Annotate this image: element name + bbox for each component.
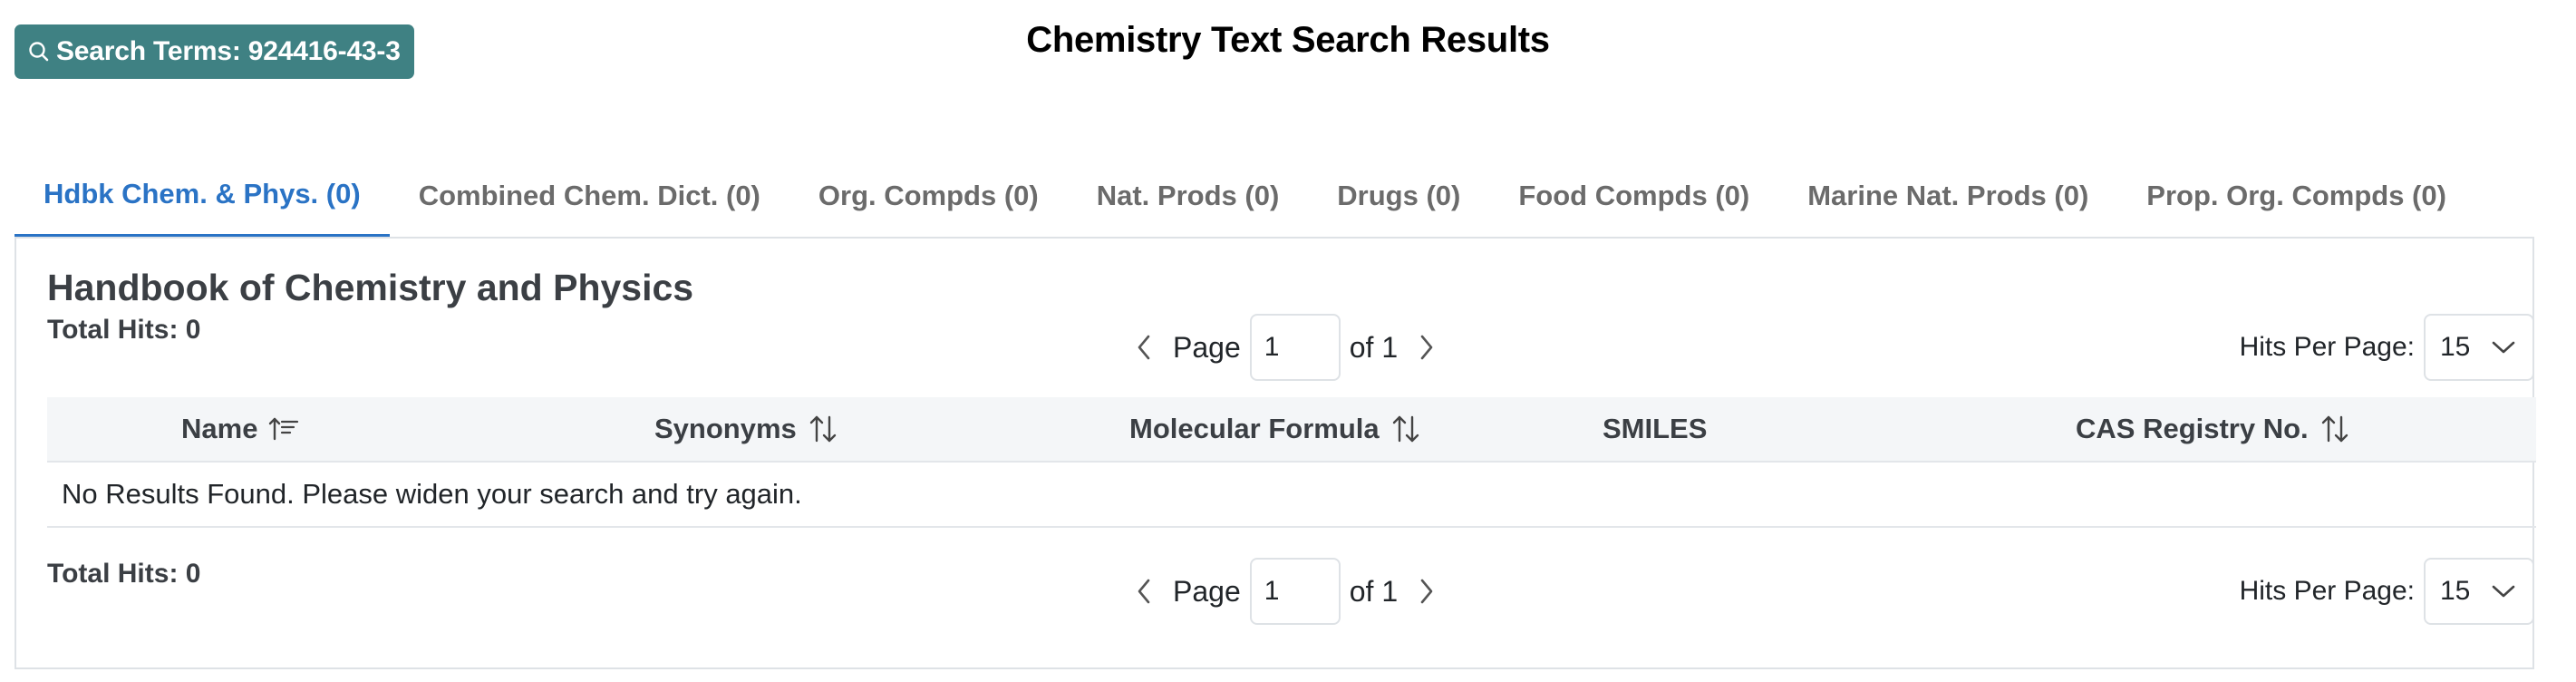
column-header-name[interactable]: Name <box>181 397 299 461</box>
tab-combined-chem-dict[interactable]: Combined Chem. Dict. (0) <box>390 154 789 238</box>
page-label: Page <box>1173 574 1241 608</box>
hits-per-page-label: Hits Per Page: <box>2239 332 2415 362</box>
hits-per-page-top: Hits Per Page: 15 <box>2240 313 2534 382</box>
chevron-down-icon <box>2491 576 2516 607</box>
pager-top: Page of 1 <box>1124 313 1447 382</box>
sort-ascending-icon[interactable] <box>268 415 299 443</box>
tab-marine-nat-prods[interactable]: Marine Nat. Prods (0) <box>1778 154 2117 238</box>
chevron-down-icon <box>2491 332 2516 363</box>
database-tabs: Hdbk Chem. & Phys. (0) Combined Chem. Di… <box>15 154 2475 238</box>
column-header-molecular-formula[interactable]: Molecular Formula <box>1129 397 1421 461</box>
sort-both-icon[interactable] <box>808 414 838 444</box>
page-number-input[interactable] <box>1249 314 1341 381</box>
tab-prop-org-compds[interactable]: Prop. Org. Compds (0) <box>2117 154 2475 238</box>
results-title: Handbook of Chemistry and Physics <box>47 267 694 308</box>
prev-page-icon[interactable] <box>1124 327 1164 367</box>
tab-org-compds[interactable]: Org. Compds (0) <box>789 154 1068 238</box>
hits-per-page-value: 15 <box>2440 332 2471 362</box>
next-page-icon[interactable] <box>1407 571 1447 611</box>
sort-both-icon[interactable] <box>2319 414 2350 444</box>
hits-per-page-select[interactable]: 15 <box>2424 558 2534 625</box>
sort-both-icon[interactable] <box>1390 414 1421 444</box>
hits-per-page-select[interactable]: 15 <box>2424 314 2534 381</box>
hits-per-page-bottom: Hits Per Page: 15 <box>2240 557 2534 626</box>
prev-page-icon[interactable] <box>1124 571 1164 611</box>
hits-per-page-value: 15 <box>2440 576 2471 606</box>
page-label: Page <box>1173 330 1241 364</box>
column-header-smiles: SMILES <box>1603 413 1708 444</box>
empty-results-message: No Results Found. Please widen your sear… <box>47 463 2536 528</box>
total-hits-bottom: Total Hits: 0 <box>47 559 201 589</box>
page-of-label: of 1 <box>1349 574 1399 608</box>
column-header-cas-registry-no[interactable]: CAS Registry No. <box>2076 397 2350 461</box>
tab-hdbk-chem-phys[interactable]: Hdbk Chem. & Phys. (0) <box>15 154 390 238</box>
page-title: Chemistry Text Search Results <box>1026 20 1550 60</box>
next-page-icon[interactable] <box>1407 327 1447 367</box>
hits-per-page-label: Hits Per Page: <box>2239 576 2415 606</box>
search-results-page: Search Terms: 924416-43-3 Chemistry Text… <box>0 0 2576 682</box>
total-hits-top: Total Hits: 0 <box>47 315 201 345</box>
tab-drugs[interactable]: Drugs (0) <box>1308 154 1489 238</box>
results-table-header: Name Synonyms Molecular Formula SMILES C… <box>47 397 2536 463</box>
page-number-input[interactable] <box>1249 558 1341 625</box>
tab-food-compds[interactable]: Food Compds (0) <box>1489 154 1778 238</box>
column-header-synonyms[interactable]: Synonyms <box>654 397 838 461</box>
page-of-label: of 1 <box>1349 330 1399 364</box>
pager-bottom: Page of 1 <box>1124 557 1447 626</box>
tab-nat-prods[interactable]: Nat. Prods (0) <box>1068 154 1309 238</box>
